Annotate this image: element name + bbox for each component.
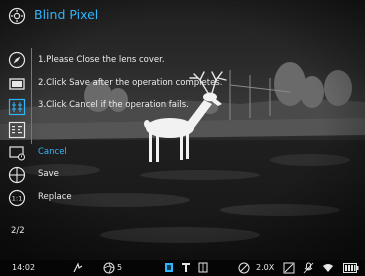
cancel-button[interactable]: Cancel <box>38 148 67 157</box>
grid-icon <box>198 262 208 273</box>
save-icon[interactable] <box>8 166 26 184</box>
thermal-view <box>0 0 365 260</box>
sidebar-divider <box>31 48 32 144</box>
replace-icon-text: 1:1 <box>12 195 22 203</box>
compass-icon[interactable] <box>8 51 26 69</box>
zoom-level: 2.0X <box>256 263 275 272</box>
wifi-tower-icon <box>182 263 190 272</box>
zoom-frame-icon <box>283 262 295 274</box>
device-screen: Blind Pixel 1.Please Close the lens cove… <box>0 0 365 276</box>
cancel-icon[interactable] <box>8 144 26 162</box>
instruction-3: 3.Click Cancel if the operation fails. <box>38 100 189 110</box>
clock-time: 14:02 <box>12 263 36 272</box>
mic-off-icon <box>303 262 314 274</box>
replace-icon[interactable]: 1:1 <box>8 189 26 207</box>
color-mode-icon <box>165 263 173 272</box>
rectangle-icon[interactable] <box>8 75 26 93</box>
settings-gear-icon[interactable] <box>8 7 26 25</box>
grid-mode-icon[interactable] <box>8 98 26 116</box>
no-sign-icon <box>238 262 250 274</box>
save-button[interactable]: Save <box>38 170 59 179</box>
wind-icon <box>73 262 83 273</box>
page-indicator: 2/2 <box>11 226 25 236</box>
pixel-mode-icon[interactable] <box>8 121 26 139</box>
wifi-icon <box>323 264 333 272</box>
replace-button[interactable]: Replace <box>38 193 72 202</box>
instruction-2: 2.Click Save after the operation complet… <box>38 78 223 88</box>
aperture-value: 5 <box>117 263 123 272</box>
status-bar: 14:02 5 2.0X <box>0 260 365 276</box>
page-title: Blind Pixel <box>34 7 99 22</box>
battery-icon <box>343 263 359 273</box>
aperture-icon <box>103 262 115 274</box>
instruction-1: 1.Please Close the lens cover. <box>38 55 165 65</box>
